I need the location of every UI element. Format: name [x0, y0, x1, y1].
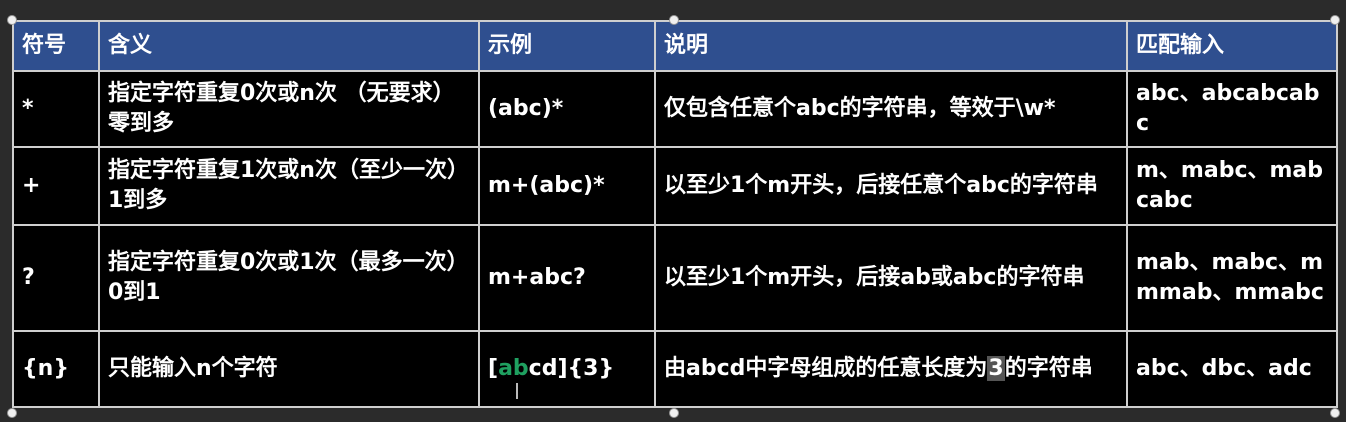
- cell-example[interactable]: [abcd]{3}: [478, 330, 656, 408]
- cell-symbol: {n}: [12, 330, 100, 408]
- example-text-start: [: [488, 356, 499, 381]
- cell-example: m+abc?: [478, 224, 656, 332]
- cell-match-input: m、mabc、mabcabc: [1126, 146, 1338, 226]
- cell-meaning: 指定字符重复1次或n次（至少一次）1到多: [98, 146, 480, 226]
- table-row: {n} 只能输入n个字符 [abcd]{3} 由abcd中字母组成的任意长度为3…: [12, 330, 1338, 408]
- header-example: 示例: [478, 20, 656, 72]
- resize-handle-top-right[interactable]: [1330, 15, 1340, 25]
- cell-match-input: abc、abcabcabc: [1126, 70, 1338, 148]
- description-text-selected: 3: [987, 356, 1005, 381]
- slide-stage: 符号 含义 示例 说明 匹配输入 * 指定字符重复0次或n次 （无要求）零到多 …: [0, 0, 1346, 422]
- text-cursor: [516, 383, 518, 399]
- cell-symbol: *: [12, 70, 100, 148]
- cell-description: 以至少1个m开头，后接任意个abc的字符串: [654, 146, 1128, 226]
- resize-handle-top-left[interactable]: [7, 15, 17, 25]
- table-row: + 指定字符重复1次或n次（至少一次）1到多 m+(abc)* 以至少1个m开头…: [12, 146, 1338, 226]
- table-row: ? 指定字符重复0次或1次（最多一次）0到1 m+abc? 以至少1个m开头，后…: [12, 224, 1338, 332]
- resize-handle-bottom-right[interactable]: [1330, 408, 1340, 418]
- cell-description[interactable]: 由abcd中字母组成的任意长度为3的字符串: [654, 330, 1128, 408]
- header-description: 说明: [654, 20, 1128, 72]
- header-symbol: 符号: [12, 20, 100, 72]
- cell-match-input: abc、dbc、adc: [1126, 330, 1338, 408]
- regex-quantifier-table: 符号 含义 示例 说明 匹配输入 * 指定字符重复0次或n次 （无要求）零到多 …: [12, 20, 1338, 408]
- resize-handle-top-middle[interactable]: [669, 15, 679, 25]
- cell-symbol: ?: [12, 224, 100, 332]
- cell-example: (abc)*: [478, 70, 656, 148]
- cell-description: 以至少1个m开头，后接ab或abc的字符串: [654, 224, 1128, 332]
- cell-description: 仅包含任意个abc的字符串，等效于\w*: [654, 70, 1128, 148]
- cell-meaning: 指定字符重复0次或n次 （无要求）零到多: [98, 70, 480, 148]
- cell-meaning: 只能输入n个字符: [98, 330, 480, 408]
- resize-handle-bottom-middle[interactable]: [669, 408, 679, 418]
- table-row: * 指定字符重复0次或n次 （无要求）零到多 (abc)* 仅包含任意个abc的…: [12, 70, 1338, 148]
- example-text-end: cd]{3}: [528, 356, 615, 381]
- resize-handle-bottom-left[interactable]: [7, 408, 17, 418]
- description-text-end: 的字符串: [1004, 356, 1093, 381]
- cell-meaning: 指定字符重复0次或1次（最多一次）0到1: [98, 224, 480, 332]
- header-meaning: 含义: [98, 20, 480, 72]
- cell-symbol: +: [12, 146, 100, 226]
- cell-match-input: mab、mabc、mmmab、mmabc: [1126, 224, 1338, 332]
- description-text-start: 由abcd中字母组成的任意长度为: [664, 356, 988, 381]
- example-text-highlight: ab: [498, 356, 529, 381]
- table-header-row: 符号 含义 示例 说明 匹配输入: [12, 20, 1338, 72]
- header-match-input: 匹配输入: [1126, 20, 1338, 72]
- cell-example: m+(abc)*: [478, 146, 656, 226]
